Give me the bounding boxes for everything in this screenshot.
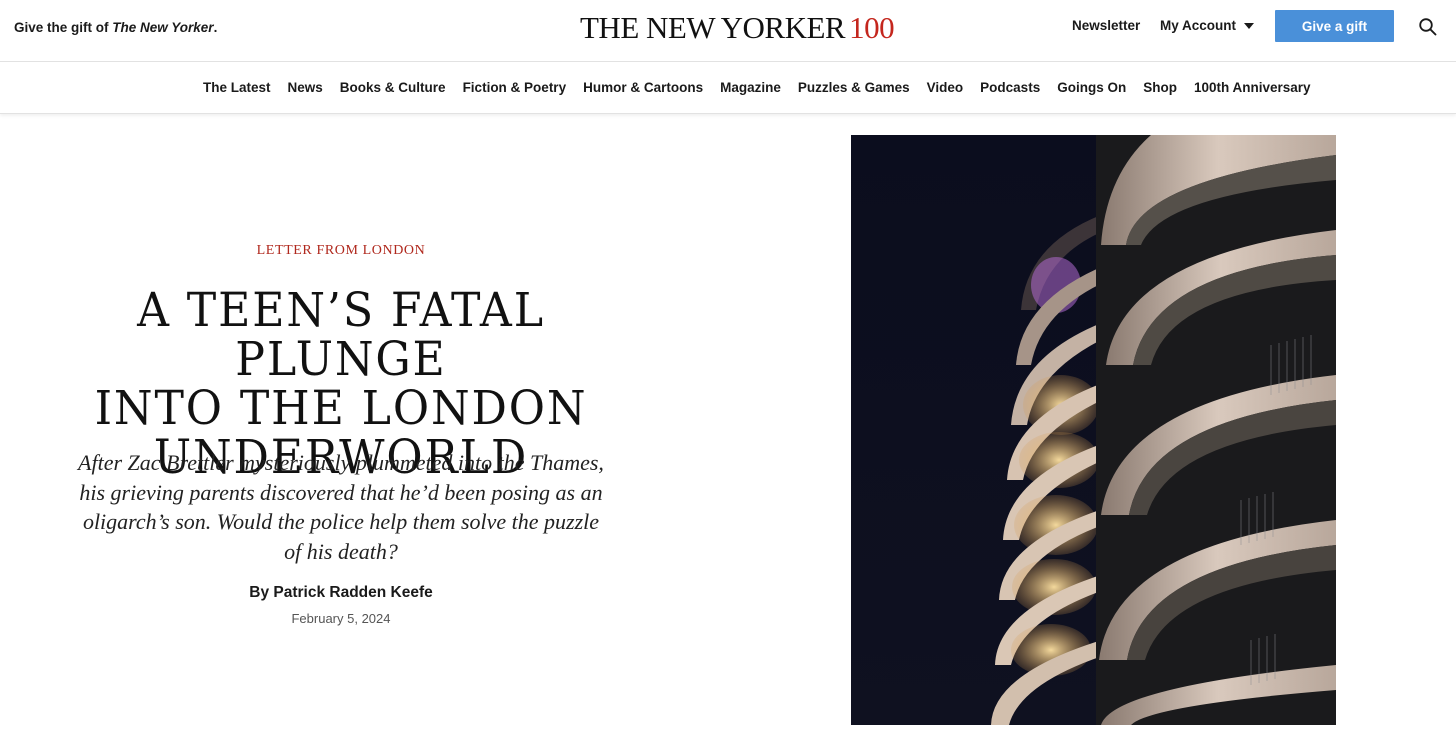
headline-line: A Teen’s Fatal Plunge <box>137 283 545 387</box>
section-nav: The Latest News Books & Culture Fiction … <box>0 62 1456 114</box>
nav-item-humor-cartoons[interactable]: Humor & Cartoons <box>583 80 703 95</box>
give-gift-button[interactable]: Give a gift <box>1275 10 1394 42</box>
author-link[interactable]: Patrick Radden Keefe <box>273 584 432 601</box>
nav-item-goings-on[interactable]: Goings On <box>1057 80 1126 95</box>
article-dek: After Zac Brettler mysteriously plummete… <box>78 450 604 564</box>
nav-item-the-latest[interactable]: The Latest <box>203 80 271 95</box>
hero-image <box>851 135 1336 725</box>
byline-prefix: By <box>249 584 274 601</box>
nav-item-shop[interactable]: Shop <box>1143 80 1177 95</box>
gift-promo-prefix: Give the gift of <box>14 20 113 35</box>
gift-promo-suffix: . <box>213 20 218 35</box>
nav-item-100th-anniversary[interactable]: 100th Anniversary <box>1194 80 1311 95</box>
top-bar: Give the gift of The New Yorker. THE NEW… <box>0 0 1456 62</box>
site-logo[interactable]: THE NEW YORKER 100 <box>580 10 895 46</box>
gift-promo-title: The New Yorker <box>112 20 214 35</box>
nav-item-books-culture[interactable]: Books & Culture <box>340 80 446 95</box>
search-button[interactable] <box>1418 17 1438 37</box>
article-byline: By Patrick Radden Keefe <box>100 584 582 602</box>
logo-wordmark: THE NEW YORKER <box>580 10 846 45</box>
caret-down-icon <box>1244 23 1255 29</box>
my-account-label: My Account <box>1160 18 1237 33</box>
logo-anniversary-number: 100 <box>849 10 895 45</box>
article-rubric[interactable]: Letter from London <box>100 243 582 259</box>
section-nav-list: The Latest News Books & Culture Fiction … <box>203 80 1328 95</box>
hero-image-illustration <box>851 135 1336 725</box>
gift-promo-link[interactable]: Give the gift of The New Yorker. <box>14 20 217 35</box>
my-account-menu[interactable]: My Account <box>1160 18 1255 33</box>
nav-item-video[interactable]: Video <box>927 80 964 95</box>
search-icon <box>1419 18 1437 36</box>
publish-date: February 5, 2024 <box>291 611 391 626</box>
newsletter-link[interactable]: Newsletter <box>1072 18 1140 33</box>
headline-line: into the London <box>94 381 588 436</box>
nav-item-puzzles-games[interactable]: Puzzles & Games <box>798 80 910 95</box>
nav-item-podcasts[interactable]: Podcasts <box>980 80 1040 95</box>
nav-item-news[interactable]: News <box>288 80 323 95</box>
nav-item-fiction-poetry[interactable]: Fiction & Poetry <box>463 80 567 95</box>
nav-item-magazine[interactable]: Magazine <box>720 80 781 95</box>
front-tower-balconies <box>1096 135 1336 725</box>
